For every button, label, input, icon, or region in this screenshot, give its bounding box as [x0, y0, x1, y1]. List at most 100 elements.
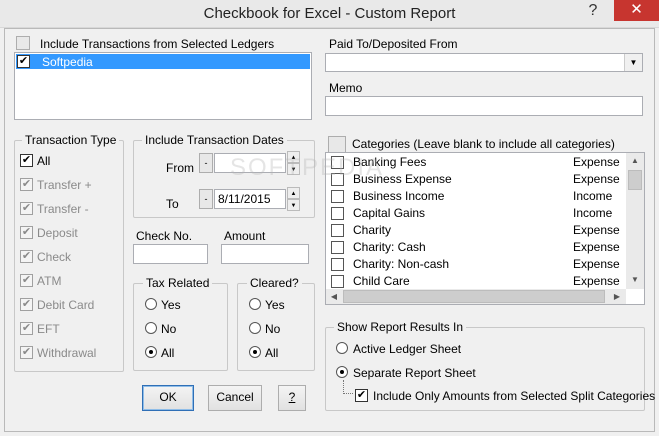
categories-scroll-right[interactable]: ▶: [609, 289, 625, 304]
check-icon: ✔: [21, 322, 32, 334]
tax-all-radio[interactable]: [145, 346, 157, 358]
memo-label: Memo: [329, 81, 363, 95]
close-button[interactable]: ✕: [614, 0, 659, 21]
check-no-label: Check No.: [136, 229, 193, 243]
help-title-button[interactable]: ?: [578, 1, 608, 23]
to-spin-down[interactable]: ▼: [287, 199, 300, 211]
separate-sheet-radio[interactable]: [336, 366, 348, 378]
cleared-all-radio[interactable]: [249, 346, 261, 358]
category-type: Expense: [573, 223, 620, 237]
tax-no-label: No: [161, 322, 177, 336]
amount-input[interactable]: [221, 244, 309, 264]
cleared-label: Cleared?: [247, 276, 302, 290]
ledgers-sort-button[interactable]: [16, 36, 30, 50]
dates-label: Include Transaction Dates: [142, 133, 287, 147]
ledger-item-label: Softpedia: [42, 55, 93, 69]
category-checkbox[interactable]: [331, 207, 344, 220]
category-checkbox[interactable]: [331, 190, 344, 203]
from-label: From: [166, 161, 194, 175]
categories-scroll-left[interactable]: ◀: [326, 289, 342, 304]
paid-to-combo[interactable]: [325, 53, 643, 72]
type-transfer-label: Transfer +: [37, 178, 92, 192]
type-check-checkbox: ✔: [20, 250, 33, 263]
active-ledger-radio[interactable]: [336, 342, 348, 354]
type-all-checkbox[interactable]: ✔: [20, 154, 33, 167]
tax-yes-radio[interactable]: [145, 298, 157, 310]
to-clear-button[interactable]: -: [199, 189, 213, 209]
down-arrow-icon: ▼: [631, 275, 639, 284]
transaction-type-label: Transaction Type: [22, 133, 120, 147]
cleared-yes-label: Yes: [265, 298, 285, 312]
category-type: Expense: [573, 257, 620, 271]
help-button[interactable]: ?: [278, 385, 306, 411]
categories-scroll-up[interactable]: ▲: [627, 153, 643, 169]
amount-label: Amount: [224, 229, 266, 243]
type-debit-card-label: Debit Card: [37, 298, 95, 312]
tax-no-radio[interactable]: [145, 322, 157, 334]
category-name: Charity: Cash: [353, 240, 426, 254]
categories-vscroll-thumb[interactable]: [628, 170, 642, 190]
ledger-checkbox[interactable]: ✔: [17, 55, 30, 68]
type-transfer-checkbox: ✔: [20, 202, 33, 215]
type-atm-label: ATM: [37, 274, 62, 288]
tax-related-label: Tax Related: [143, 276, 213, 290]
close-icon: ✕: [630, 1, 643, 18]
up-arrow-icon: ▲: [290, 191, 297, 197]
check-icon: ✔: [21, 154, 32, 166]
check-icon: ✔: [21, 274, 32, 286]
type-transfer-checkbox: ✔: [20, 178, 33, 191]
category-checkbox[interactable]: [331, 275, 344, 288]
type-deposit-label: Deposit: [37, 226, 78, 240]
category-name: Child Care: [353, 274, 410, 288]
categories-sort-button[interactable]: [328, 136, 346, 153]
category-name: Business Income: [353, 189, 445, 203]
right-arrow-icon: ▶: [613, 292, 621, 301]
cancel-button[interactable]: Cancel: [208, 385, 262, 411]
check-icon: ✔: [21, 346, 32, 358]
split-categories-label: Include Only Amounts from Selected Split…: [373, 389, 656, 403]
check-no-input[interactable]: [133, 244, 208, 264]
cleared-no-label: No: [265, 322, 281, 336]
check-icon: ✔: [21, 226, 32, 238]
chevron-down-icon: ▼: [629, 58, 638, 67]
category-checkbox[interactable]: [331, 241, 344, 254]
active-ledger-label: Active Ledger Sheet: [353, 342, 462, 356]
to-spin-up[interactable]: ▲: [287, 187, 300, 199]
category-name: Capital Gains: [353, 206, 426, 220]
up-arrow-icon: ▲: [631, 156, 639, 165]
categories-label: Categories (Leave blank to include all c…: [352, 137, 615, 151]
to-label: To: [166, 197, 179, 211]
tax-all-label: All: [161, 346, 175, 360]
type-transfer-label: Transfer -: [37, 202, 89, 216]
cleared-yes-radio[interactable]: [249, 298, 261, 310]
check-icon: ✔: [21, 250, 32, 262]
paid-to-dropdown-button[interactable]: ▼: [624, 54, 642, 71]
cleared-no-radio[interactable]: [249, 322, 261, 334]
check-icon: ✔: [356, 389, 367, 401]
categories-hscroll-thumb[interactable]: [343, 290, 605, 303]
ledgers-label: Include Transactions from Selected Ledge…: [40, 37, 275, 51]
memo-input[interactable]: [325, 96, 643, 116]
watermark: SOFTPEDIA: [230, 154, 385, 181]
category-checkbox[interactable]: [331, 258, 344, 271]
type-debit-card-checkbox: ✔: [20, 298, 33, 311]
type-eft-checkbox: ✔: [20, 322, 33, 335]
category-type: Expense: [573, 172, 620, 186]
check-icon: ✔: [18, 55, 29, 67]
type-atm-checkbox: ✔: [20, 274, 33, 287]
tree-connector: [343, 380, 353, 394]
category-type: Income: [573, 189, 613, 203]
type-all-label: All: [37, 154, 51, 168]
categories-scroll-down[interactable]: ▼: [627, 272, 643, 288]
cleared-all-label: All: [265, 346, 279, 360]
type-eft-label: EFT: [37, 322, 60, 336]
to-date-input[interactable]: 8/11/2015: [214, 189, 286, 209]
ok-button[interactable]: OK: [142, 385, 194, 411]
category-type: Expense: [573, 274, 620, 288]
category-type: Income: [573, 206, 613, 220]
down-arrow-icon: ▼: [290, 203, 297, 209]
from-clear-button[interactable]: -: [199, 153, 213, 173]
category-checkbox[interactable]: [331, 224, 344, 237]
separate-sheet-label: Separate Report Sheet: [353, 366, 476, 380]
split-categories-checkbox[interactable]: ✔: [355, 389, 368, 402]
